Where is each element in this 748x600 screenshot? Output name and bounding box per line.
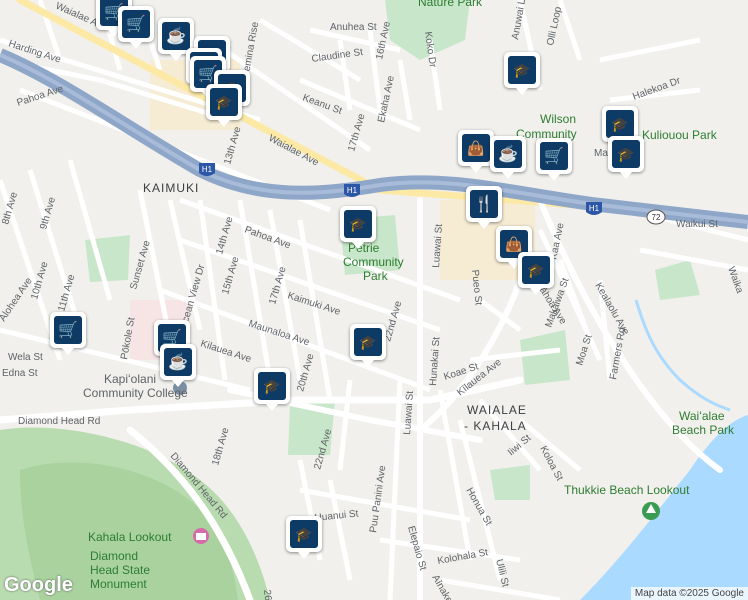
school-icon: 🎓 bbox=[349, 215, 367, 232]
road-label: Diamond Head Rd bbox=[18, 416, 100, 427]
svg-text:H1: H1 bbox=[202, 165, 213, 174]
camera-icon bbox=[193, 528, 209, 544]
cart-icon: 🛒 bbox=[58, 322, 78, 339]
school-marker[interactable]: 🎓 bbox=[340, 206, 376, 249]
area-label-kaimuki: KAIMUKI bbox=[143, 181, 199, 195]
park-label: Monument bbox=[90, 577, 147, 591]
park-label: Park bbox=[363, 269, 389, 283]
park-label: Diamond bbox=[90, 549, 138, 563]
svg-text:H1: H1 bbox=[589, 204, 600, 213]
park-label: Beach Park bbox=[672, 423, 735, 437]
cafe-marker[interactable]: ☕ bbox=[160, 344, 196, 387]
park-label: Nature Park bbox=[418, 0, 483, 9]
park-label: Wilson bbox=[540, 112, 576, 126]
h1-shield: H1 bbox=[344, 184, 360, 197]
grocery-marker[interactable]: 🛒 bbox=[118, 6, 154, 49]
school-icon: 🎓 bbox=[295, 525, 313, 542]
h1-shield: H1 bbox=[586, 202, 602, 215]
map-attribution[interactable]: Map data ©2025 Google bbox=[630, 587, 748, 600]
school-marker[interactable]: 🎓 bbox=[206, 84, 242, 127]
h1-shield: H1 bbox=[199, 163, 215, 176]
school-icon: 🎓 bbox=[215, 93, 233, 110]
google-logo: Google bbox=[4, 574, 73, 596]
park-label: Thukkie Beach Lookout bbox=[564, 483, 690, 497]
poi-label: Kapiʻolani bbox=[104, 372, 156, 386]
shopping-bag-icon: 👜 bbox=[505, 235, 523, 252]
road-label: Waikui St bbox=[676, 219, 718, 230]
svg-text:72: 72 bbox=[652, 213, 661, 222]
park-label: Head State bbox=[90, 563, 150, 577]
area-label-kahala: - KAHALA bbox=[464, 419, 527, 433]
coffee-icon: ☕ bbox=[168, 354, 188, 371]
road-label: 26 bbox=[261, 589, 273, 600]
school-marker[interactable]: 🎓 bbox=[286, 516, 322, 559]
school-marker[interactable]: 🎓 bbox=[350, 324, 386, 367]
park-label: Waiʻalae bbox=[679, 409, 725, 423]
park bbox=[490, 465, 530, 500]
school-icon: 🎓 bbox=[611, 115, 629, 132]
cart-icon: 🛒 bbox=[126, 16, 146, 33]
poi-label: Community College bbox=[83, 386, 188, 400]
shopping-marker[interactable]: 👜 bbox=[458, 130, 494, 173]
tree-icon bbox=[642, 502, 660, 520]
area-label-waialae: WAIALAE bbox=[467, 403, 527, 417]
school-icon: 🎓 bbox=[617, 145, 635, 162]
shopping-bag-icon: 👜 bbox=[467, 139, 485, 156]
park-label: Kuliouou Park bbox=[642, 128, 718, 142]
grocery-marker[interactable]: 🛒 bbox=[536, 138, 572, 181]
road-label: Anuhea St bbox=[330, 22, 377, 33]
park-label: Community bbox=[343, 255, 404, 269]
school-icon: 🎓 bbox=[513, 61, 531, 78]
park-label: Kahala Lookout bbox=[88, 530, 172, 544]
school-marker[interactable]: 🎓 bbox=[608, 136, 644, 179]
road-label: Edna St bbox=[2, 368, 38, 379]
school-marker[interactable]: 🎓 bbox=[254, 368, 290, 411]
restaurant-icon: 🍴 bbox=[474, 196, 494, 213]
school-icon: 🎓 bbox=[527, 261, 545, 278]
school-marker[interactable]: 🎓 bbox=[518, 252, 554, 295]
coffee-icon: ☕ bbox=[166, 28, 186, 45]
svg-text:H1: H1 bbox=[347, 186, 358, 195]
route-72-shield: 72 bbox=[646, 209, 666, 225]
coffee-icon: ☕ bbox=[498, 146, 518, 163]
cafe-marker[interactable]: ☕ bbox=[490, 136, 526, 179]
school-icon: 🎓 bbox=[359, 333, 377, 350]
road-label: Ma bbox=[594, 148, 608, 159]
restaurant-marker[interactable]: 🍴 bbox=[466, 186, 502, 229]
school-marker[interactable]: 🎓 bbox=[504, 52, 540, 95]
cart-icon: 🛒 bbox=[544, 148, 564, 165]
school-icon: 🎓 bbox=[263, 377, 281, 394]
road-label: Wela St bbox=[8, 352, 43, 363]
map-canvas[interactable]: H1 H1 H1 72 KAIMUKI WAIALAE - KAHALA Nat… bbox=[0, 0, 748, 600]
grocery-marker[interactable]: 🛒 bbox=[50, 312, 86, 355]
